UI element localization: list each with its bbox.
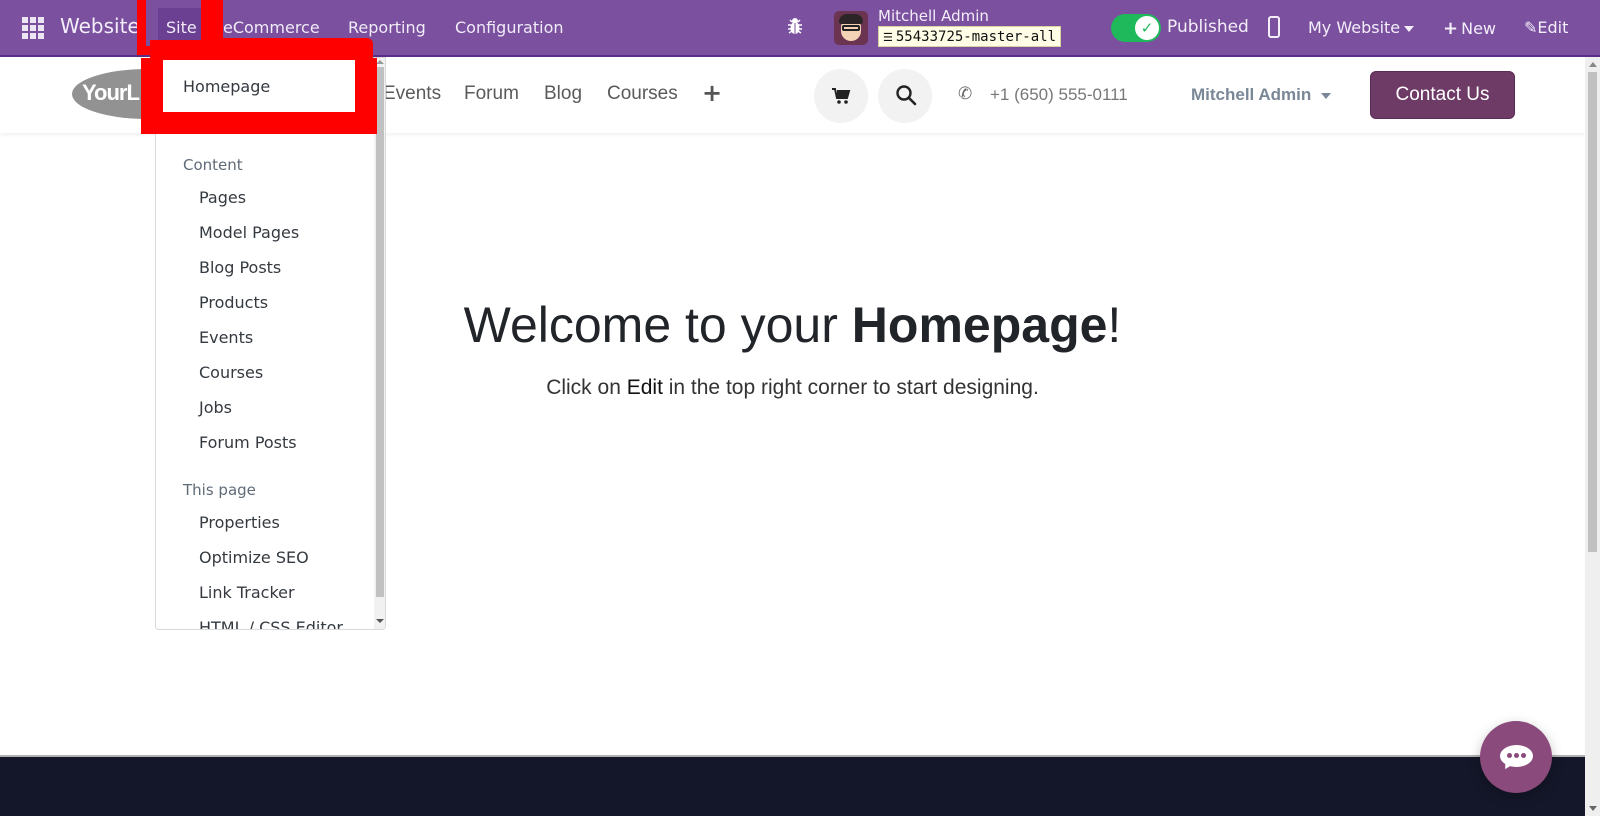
site-nav-blog[interactable]: Blog bbox=[544, 83, 582, 105]
scroll-down-icon[interactable] bbox=[1589, 806, 1597, 811]
scrollbar-thumb[interactable] bbox=[1588, 72, 1597, 552]
database-name: 55433725-master-all bbox=[895, 29, 1057, 45]
phone-icon: ✆ bbox=[958, 84, 973, 104]
phone-number[interactable]: +1 (650) 555-0111 bbox=[990, 85, 1128, 105]
dropdown-header-this-page: This page bbox=[183, 481, 256, 499]
menu-ecommerce[interactable]: eCommerce bbox=[223, 18, 320, 37]
page-scrollbar[interactable] bbox=[1585, 57, 1600, 816]
dropdown-item-products[interactable]: Products bbox=[199, 293, 268, 312]
dropdown-item-html-css-editor[interactable]: HTML / CSS Editor bbox=[199, 618, 343, 629]
mobile-preview-icon[interactable] bbox=[1268, 16, 1280, 38]
dropdown-header-content: Content bbox=[183, 156, 243, 174]
plus-icon: + bbox=[1443, 18, 1459, 39]
pencil-icon: ✎ bbox=[1524, 18, 1538, 37]
dropdown-item-properties[interactable]: Properties bbox=[199, 513, 280, 532]
website-selector-label: My Website bbox=[1308, 18, 1401, 37]
dropdown-item-homepage[interactable]: Homepage bbox=[183, 77, 270, 96]
caret-down-icon bbox=[1404, 25, 1415, 32]
site-nav-events[interactable]: Events bbox=[383, 83, 441, 105]
dropdown-scrollbar[interactable] bbox=[374, 58, 385, 629]
site-nav-courses[interactable]: Courses bbox=[607, 83, 678, 105]
contact-us-button[interactable]: Contact Us bbox=[1370, 71, 1515, 119]
hero-title-bold: Homepage bbox=[851, 297, 1108, 353]
check-icon: ✓ bbox=[1135, 16, 1159, 40]
hero-title-prefix: Welcome to your bbox=[463, 297, 852, 353]
site-nav-forum[interactable]: Forum bbox=[464, 83, 519, 105]
user-name[interactable]: Mitchell Admin bbox=[878, 7, 989, 25]
dropdown-item-link-tracker[interactable]: Link Tracker bbox=[199, 583, 295, 602]
apps-menu-icon[interactable] bbox=[22, 17, 44, 39]
dropdown-item-pages[interactable]: Pages bbox=[199, 188, 246, 207]
app-name[interactable]: Website bbox=[60, 14, 140, 38]
dropdown-scroll-down-icon[interactable] bbox=[376, 619, 384, 623]
hero-subtitle-suffix: in the top right corner to start designi… bbox=[662, 376, 1039, 399]
new-label: New bbox=[1461, 19, 1496, 38]
edit-button[interactable]: ✎Edit bbox=[1524, 18, 1568, 37]
search-button[interactable] bbox=[878, 69, 932, 123]
website-selector[interactable]: My Website bbox=[1308, 18, 1415, 37]
hero-title-suffix: ! bbox=[1107, 297, 1122, 353]
dropdown-item-optimize-seo[interactable]: Optimize SEO bbox=[199, 548, 309, 567]
search-icon bbox=[896, 85, 917, 106]
dropdown-item-blog-posts[interactable]: Blog Posts bbox=[199, 258, 281, 277]
dropdown-item-courses[interactable]: Courses bbox=[199, 363, 263, 382]
dropdown-item-forum-posts[interactable]: Forum Posts bbox=[199, 433, 297, 452]
published-label[interactable]: Published bbox=[1167, 17, 1249, 37]
dropdown-item-model-pages[interactable]: Model Pages bbox=[199, 223, 299, 242]
database-badge: ☰ 55433725-master-all bbox=[878, 26, 1062, 47]
user-avatar[interactable] bbox=[834, 11, 868, 45]
user-dropdown[interactable]: Mitchell Admin bbox=[1191, 85, 1332, 105]
site-dropdown-menu: Homepage Content Pages Model Pages Blog … bbox=[155, 57, 386, 630]
cart-button[interactable] bbox=[814, 69, 868, 123]
cart-icon bbox=[832, 88, 851, 104]
dropdown-scrollbar-thumb[interactable] bbox=[376, 67, 384, 597]
hero-subtitle-prefix: Click on bbox=[546, 376, 627, 399]
livechat-button[interactable] bbox=[1480, 721, 1552, 793]
footer bbox=[0, 755, 1585, 816]
menu-configuration[interactable]: Configuration bbox=[455, 18, 564, 37]
debug-bug-icon[interactable] bbox=[787, 17, 803, 40]
publish-toggle[interactable]: ✓ bbox=[1111, 14, 1161, 42]
database-icon: ☰ bbox=[883, 31, 893, 44]
add-menu-plus-icon[interactable]: + bbox=[702, 79, 722, 107]
scroll-up-icon[interactable] bbox=[1589, 62, 1597, 67]
edit-label: Edit bbox=[1537, 18, 1569, 37]
dropdown-item-events[interactable]: Events bbox=[199, 328, 253, 347]
user-dropdown-label: Mitchell Admin bbox=[1191, 85, 1312, 104]
dropdown-item-jobs[interactable]: Jobs bbox=[199, 398, 232, 417]
caret-down-icon bbox=[1321, 92, 1332, 99]
hero-subtitle-edit: Edit bbox=[626, 376, 663, 399]
menu-reporting[interactable]: Reporting bbox=[348, 18, 426, 37]
new-button[interactable]: + New bbox=[1443, 18, 1496, 39]
dropdown-scroll-up-icon[interactable] bbox=[376, 60, 384, 64]
